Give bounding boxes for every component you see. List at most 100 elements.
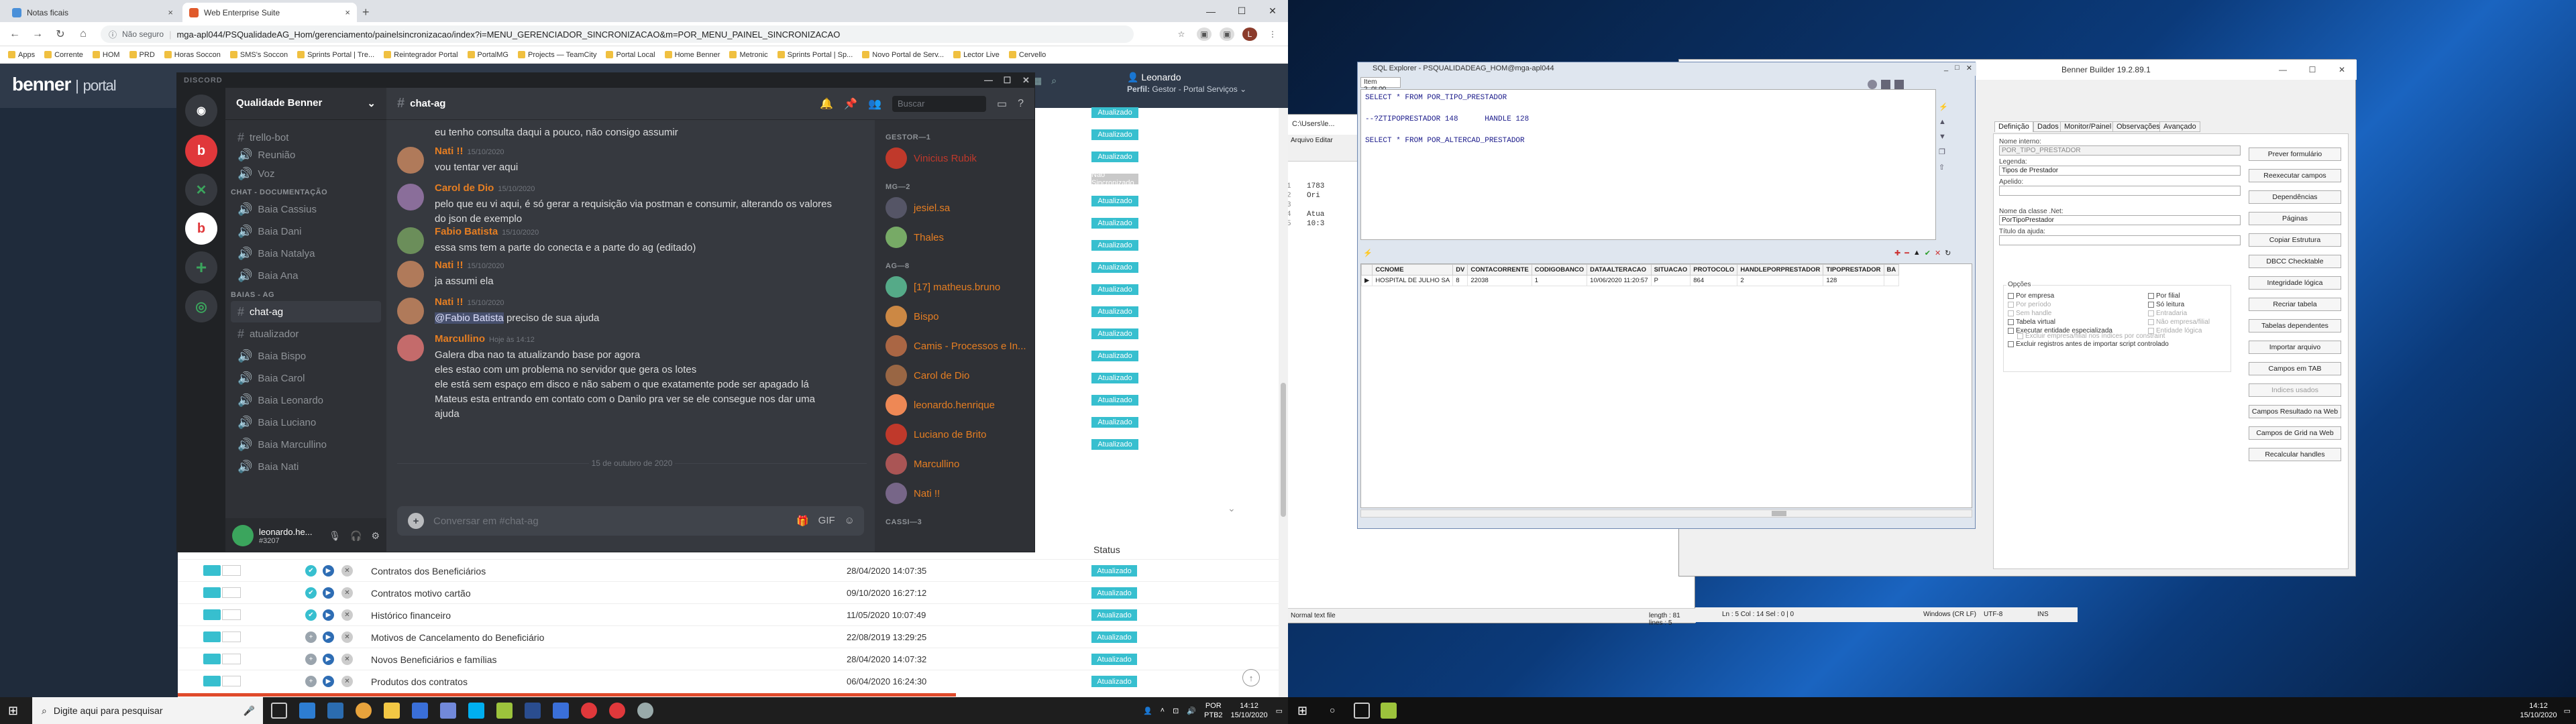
check-icon[interactable]: ✔ <box>1925 249 1931 257</box>
avatar[interactable]: L <box>1242 27 1257 41</box>
builder-button[interactable]: Indices usados <box>2249 383 2341 397</box>
pin-icon[interactable]: 📌 <box>844 97 857 111</box>
table-row[interactable]: + ▶ ✕ Produtos dos contratos 06/04/2020 16:2… <box>178 670 1288 692</box>
editor-text[interactable]: 1 1783 2 Ori 3 4 Atua 5 10:3 <box>1288 182 1367 229</box>
minimize-icon[interactable]: — <box>979 73 998 88</box>
row-checkbox[interactable] <box>222 676 241 686</box>
message-author[interactable]: Nati !! <box>435 296 464 308</box>
member-item[interactable]: Nati !! <box>880 479 1030 507</box>
row-checkbox[interactable] <box>222 631 241 642</box>
close-icon[interactable]: ✕ <box>341 654 353 665</box>
message-author[interactable]: Fabio Batista <box>435 226 498 237</box>
grid-cell[interactable]: HOSPITAL DE JULHO SA <box>1372 275 1454 286</box>
category-label[interactable]: CHAT - DOCUMENTAÇÃO <box>231 188 327 196</box>
legenda-field[interactable]: Tipos de Prestador <box>1999 166 2241 176</box>
server-icon[interactable]: ✕ <box>185 174 217 206</box>
people-icon[interactable]: 👤 <box>1143 707 1152 715</box>
result-grid[interactable]: CCNOME DV CONTACORRENTE CODIGOBANCO DATAALTE… <box>1360 263 1972 508</box>
app-icon[interactable] <box>299 703 315 719</box>
builder-button[interactable]: Copiar Estrutura <box>2249 233 2341 247</box>
titulo-field[interactable] <box>1999 235 2241 245</box>
option-checkbox[interactable]: Sem handle <box>2008 310 2051 317</box>
discord-icon[interactable] <box>440 703 456 719</box>
maximize-icon[interactable]: ☐ <box>2298 60 2327 80</box>
bookmark-item[interactable]: HOM <box>92 51 120 59</box>
grid-column-header[interactable]: DATAALTERACAO <box>1587 264 1652 276</box>
microphone-icon[interactable]: 🎙 <box>329 530 341 542</box>
gear-icon[interactable] <box>637 703 653 719</box>
message-author[interactable]: Nati !! <box>435 145 464 157</box>
channel-item[interactable]: # chat-ag <box>231 301 381 322</box>
avatar[interactable] <box>232 525 254 546</box>
option-checkbox[interactable]: Por período <box>2008 301 2051 308</box>
explore-icon[interactable]: ◎ <box>185 290 217 322</box>
table-row[interactable]: + ▶ ✕ Motivos de Cancelamento do Beneficiár… <box>178 625 1288 648</box>
option-checkbox[interactable]: Entradaria <box>2148 310 2187 317</box>
avatar[interactable] <box>397 261 424 288</box>
option-checkbox[interactable]: Só leitura <box>2148 301 2184 308</box>
grid-row[interactable]: ▶ HOSPITAL DE JULHO SA 8 22038 1 10/06/2020 1… <box>1361 275 1900 286</box>
remove-icon[interactable]: ━ <box>1904 249 1909 257</box>
minimize-icon[interactable]: — <box>2268 60 2298 80</box>
member-item[interactable]: Vinicius Rubik <box>880 144 1030 172</box>
home-icon[interactable]: ⌂ <box>75 27 91 42</box>
builder-button[interactable]: Campos em TAB <box>2249 362 2341 375</box>
table-row[interactable]: + ▶ ✕ Novos Beneficiários e famílias 28/04/2… <box>178 648 1288 670</box>
message-author[interactable]: Nati !! <box>435 259 464 271</box>
builder-button[interactable]: DBCC Checktable <box>2249 255 2341 268</box>
play-icon[interactable]: ▶ <box>323 631 334 643</box>
check-icon[interactable]: ✔ <box>305 565 317 577</box>
avatar[interactable] <box>397 335 424 361</box>
close-window-icon[interactable]: ✕ <box>2327 60 2357 80</box>
chrome-tab-benner[interactable]: Web Enterprise Suite × <box>182 3 357 22</box>
builder-tab[interactable]: Monitor/Painel <box>2060 121 2116 132</box>
close-icon[interactable]: ✕ <box>341 676 353 687</box>
windows-start-icon[interactable]: ⊞ <box>8 704 18 718</box>
channel-item[interactable]: 🔊 Baia Marcullino <box>231 434 381 455</box>
option-checkbox[interactable]: Tabela virtual <box>2008 318 2055 326</box>
channel-item[interactable]: 🔊 Voz <box>231 163 381 184</box>
chevron-down-icon[interactable]: ⌄ <box>1228 503 1236 514</box>
inbox-icon[interactable]: ▭ <box>997 97 1007 111</box>
close-icon[interactable]: ✕ <box>341 631 353 643</box>
channel-item[interactable]: 🔊 Baia Natalya <box>231 243 381 264</box>
option-checkbox[interactable]: Por empresa <box>2008 292 2054 300</box>
row-action-icon[interactable] <box>203 654 221 664</box>
apelido-field[interactable] <box>1999 186 2241 196</box>
table-row[interactable]: ✔ ▶ ✕ Contratos motivo cartão 09/10/2020 16:… <box>178 581 1288 603</box>
notepad-icon[interactable] <box>496 703 513 719</box>
server-benner-icon[interactable]: b <box>185 213 217 245</box>
volume-icon[interactable]: 🔊 <box>1187 707 1196 715</box>
close-icon[interactable]: ✕ <box>341 565 353 577</box>
category-label[interactable]: BAIAS - AG <box>231 291 274 299</box>
message-author[interactable]: Carol de Dio <box>435 182 494 194</box>
builder-tab[interactable]: Observações <box>2112 121 2164 132</box>
row-action-icon[interactable] <box>203 587 221 598</box>
filter-icon[interactable]: ⚡ <box>1363 249 1373 257</box>
channel-item[interactable]: 🔊 Baia Cassius <box>231 198 381 220</box>
notification-icon[interactable]: ▭ <box>1276 707 1283 715</box>
members-icon[interactable]: 👥 <box>868 97 881 111</box>
user-mention[interactable]: @Fabio Batista <box>435 312 504 324</box>
extension-icon[interactable]: ▣ <box>1197 27 1212 41</box>
grid-column-header[interactable]: PROTOCOLO <box>1690 264 1738 276</box>
row-action-icon[interactable] <box>203 609 221 620</box>
status-column-header[interactable]: Status <box>1093 544 1120 555</box>
member-item[interactable]: Marcullino <box>880 450 1030 478</box>
portal-user[interactable]: 👤 Leonardo Perfil: Gestor - Portal Servi… <box>1127 71 1246 95</box>
close-icon[interactable]: ✕ <box>1935 249 1941 257</box>
headphones-icon[interactable]: 🎧 <box>350 530 362 542</box>
folder-icon[interactable] <box>384 703 400 719</box>
server-benner-icon[interactable]: b <box>185 135 217 167</box>
gear-icon[interactable] <box>1868 80 1877 89</box>
gif-icon[interactable]: GIF <box>818 515 835 527</box>
add-attachment-icon[interactable]: + <box>408 513 424 529</box>
minimize-icon[interactable]: — <box>1195 0 1226 22</box>
bookmark-item[interactable]: Apps <box>8 51 35 59</box>
avatar[interactable] <box>397 298 424 324</box>
emoji-icon[interactable]: ☺ <box>845 515 855 527</box>
member-item[interactable]: Carol de Dio <box>880 361 1030 389</box>
extension-icon[interactable]: ▣ <box>1220 27 1234 41</box>
builder-button[interactable]: Campos Resultado na Web <box>2249 405 2341 418</box>
benner-icon[interactable] <box>581 703 597 719</box>
